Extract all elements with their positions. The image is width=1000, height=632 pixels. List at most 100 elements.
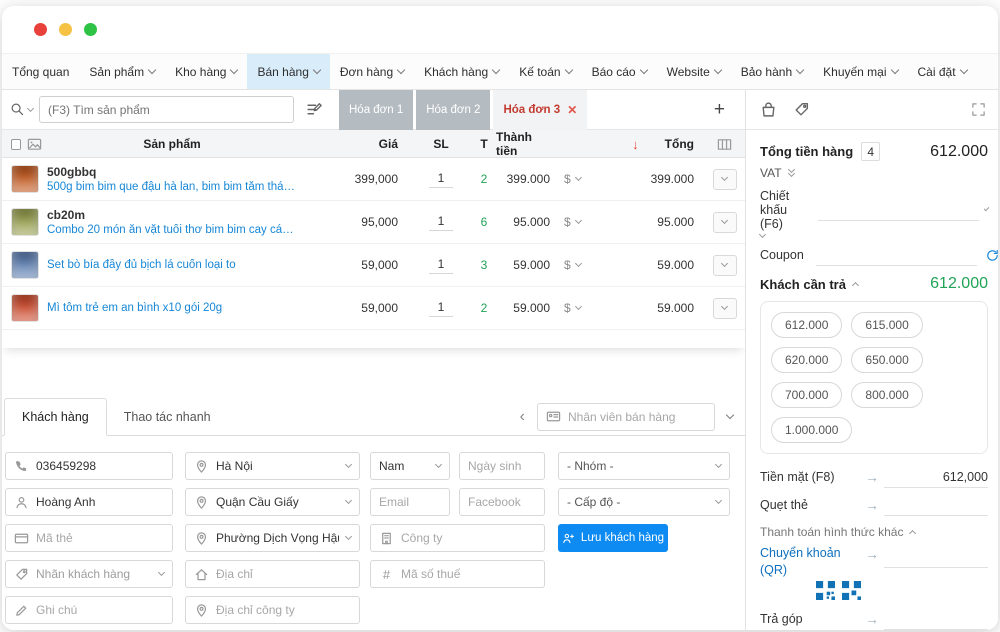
product-search-box[interactable] xyxy=(39,96,294,123)
card-amount-input[interactable] xyxy=(884,494,988,516)
discount-row[interactable]: Chiết khấu (F6) xyxy=(760,189,988,231)
invoice-tab-3[interactable]: Hóa đơn 3✕ xyxy=(493,90,587,130)
nav-accounting[interactable]: Kế toán xyxy=(509,54,581,89)
tax-code-input[interactable] xyxy=(401,567,536,581)
discount-expand-row[interactable] xyxy=(760,235,988,237)
nav-promotions[interactable]: Khuyến mại xyxy=(813,54,907,89)
tab-customer[interactable]: Khách hàng xyxy=(4,398,107,436)
expand-panel-icon[interactable] xyxy=(726,411,734,419)
transfer-amount-input[interactable] xyxy=(884,546,988,568)
quick-amount-chip[interactable]: 612.000 xyxy=(771,312,842,338)
discount-input[interactable] xyxy=(818,199,979,221)
row-menu-button[interactable] xyxy=(713,255,737,276)
select-all-checkbox[interactable] xyxy=(11,139,21,150)
product-list-toggle-icon[interactable] xyxy=(306,101,323,118)
quick-amount-chip[interactable]: 800.000 xyxy=(851,382,922,408)
col-product[interactable]: Sản phẩm xyxy=(42,137,302,151)
qr-code-icon[interactable] xyxy=(816,581,835,600)
coupon-row[interactable]: Coupon xyxy=(760,244,988,266)
cash-amount-input[interactable] xyxy=(884,466,988,488)
nav-website[interactable]: Website xyxy=(657,54,731,89)
quick-amount-chip[interactable]: 1.000.000 xyxy=(771,417,852,443)
quick-amount-chip[interactable]: 615.000 xyxy=(851,312,922,338)
column-settings-icon[interactable] xyxy=(717,137,732,152)
card-code-input[interactable] xyxy=(36,531,164,545)
product-search-input[interactable] xyxy=(48,103,285,117)
nav-settings[interactable]: Cài đặt xyxy=(908,54,977,89)
close-window-button[interactable] xyxy=(34,23,47,36)
company-input[interactable] xyxy=(401,531,536,545)
quick-amount-chip[interactable]: 700.000 xyxy=(771,382,842,408)
birthday-field[interactable] xyxy=(459,452,545,480)
customer-name-input[interactable] xyxy=(36,495,164,509)
picture-icon[interactable] xyxy=(27,137,42,152)
row-menu-button[interactable] xyxy=(713,169,737,190)
address-field[interactable] xyxy=(185,560,360,588)
unit-select[interactable]: $ xyxy=(554,172,612,186)
group-select[interactable]: - Nhóm - xyxy=(558,452,730,480)
company-field[interactable] xyxy=(370,524,545,552)
nav-orders[interactable]: Đơn hàng xyxy=(330,54,414,89)
unit-select[interactable]: $ xyxy=(554,258,612,272)
col-price[interactable]: Giá xyxy=(302,137,410,151)
product-name-link[interactable]: Mì tôm trẻ em an bình x10 gói 20g xyxy=(47,302,222,314)
col-stock[interactable]: T xyxy=(472,137,496,151)
quick-amount-chip[interactable]: 650.000 xyxy=(851,347,922,373)
qr-code-icon[interactable] xyxy=(842,581,861,600)
fullscreen-icon[interactable] xyxy=(971,102,986,117)
sort-down-icon[interactable]: ↓ xyxy=(632,137,639,152)
company-address-field[interactable] xyxy=(185,596,360,624)
coupon-input[interactable] xyxy=(816,244,977,266)
shopping-bag-icon[interactable] xyxy=(760,101,777,118)
nav-warehouse[interactable]: Kho hàng xyxy=(165,54,247,89)
phone-field[interactable] xyxy=(5,452,173,480)
district-select[interactable]: Quận Cầu Giấy xyxy=(185,488,360,516)
seller-input[interactable] xyxy=(568,410,706,424)
arrow-right-icon[interactable]: → xyxy=(860,497,884,513)
quantity-input[interactable]: 1 xyxy=(429,300,453,317)
unit-select[interactable]: $ xyxy=(554,215,612,229)
table-row[interactable]: Mì tôm trẻ em an bình x10 gói 20g 59,000… xyxy=(2,287,745,330)
arrow-right-icon[interactable]: → xyxy=(860,546,884,562)
col-qty[interactable]: SL xyxy=(410,137,472,151)
quick-amount-chip[interactable]: 620.000 xyxy=(771,347,842,373)
table-row[interactable]: Set bò bía đầy đủ bịch lá cuốn loại to 5… xyxy=(2,244,745,287)
product-name-link[interactable]: 500g bim bim que đậu hà lan, bim bim tăm… xyxy=(47,181,297,193)
price-cell[interactable]: 59,000 xyxy=(302,258,410,272)
refresh-icon[interactable] xyxy=(985,248,998,263)
unit-select[interactable]: $ xyxy=(554,301,612,315)
col-subtotal[interactable]: Thành tiền xyxy=(496,130,554,158)
facebook-field[interactable] xyxy=(459,488,545,516)
price-cell[interactable]: 95,000 xyxy=(302,215,410,229)
installment-amount-input[interactable] xyxy=(884,608,988,630)
close-icon[interactable]: ✕ xyxy=(567,103,577,117)
card-row[interactable]: Quẹt thẻ → xyxy=(760,494,988,516)
tab-quick-actions[interactable]: Thao tác nhanh xyxy=(107,398,228,435)
transfer-row[interactable]: Chuyển khoản (QR) → xyxy=(760,546,988,577)
chevron-up-icon[interactable] xyxy=(852,282,859,289)
card-code-field[interactable] xyxy=(5,524,173,552)
email-input[interactable] xyxy=(379,495,441,509)
quantity-input[interactable]: 1 xyxy=(429,171,453,188)
save-customer-button[interactable]: Lưu khách hàng xyxy=(558,524,668,552)
invoice-tab-2[interactable]: Hóa đơn 2 xyxy=(416,90,490,130)
tax-code-field[interactable]: # xyxy=(370,560,545,588)
product-name-link[interactable]: Combo 20 món ăn vặt tuổi thơ bim bim cay… xyxy=(47,224,297,236)
gender-select[interactable]: Nam xyxy=(370,452,450,480)
other-methods-row[interactable]: Thanh toán hình thức khác xyxy=(760,525,988,539)
table-row[interactable]: cb20m Combo 20 món ăn vặt tuổi thơ bim b… xyxy=(2,201,745,244)
nav-overview[interactable]: Tổng quan xyxy=(2,54,79,89)
cash-row[interactable]: Tiền mặt (F8) → xyxy=(760,466,988,488)
arrow-right-icon[interactable]: → xyxy=(860,611,884,627)
email-field[interactable] xyxy=(370,488,450,516)
chevron-down-icon[interactable] xyxy=(984,206,990,212)
col-total[interactable]: ↓ Tổng xyxy=(612,137,704,152)
maximize-window-button[interactable] xyxy=(84,23,97,36)
customer-note-field[interactable] xyxy=(5,596,173,624)
nav-sales[interactable]: Bán hàng xyxy=(247,54,329,89)
price-tag-icon[interactable] xyxy=(793,101,810,118)
customer-name-field[interactable] xyxy=(5,488,173,516)
vat-row[interactable]: VAT xyxy=(760,166,988,180)
minimize-window-button[interactable] xyxy=(59,23,72,36)
search-type-selector[interactable] xyxy=(2,102,39,117)
